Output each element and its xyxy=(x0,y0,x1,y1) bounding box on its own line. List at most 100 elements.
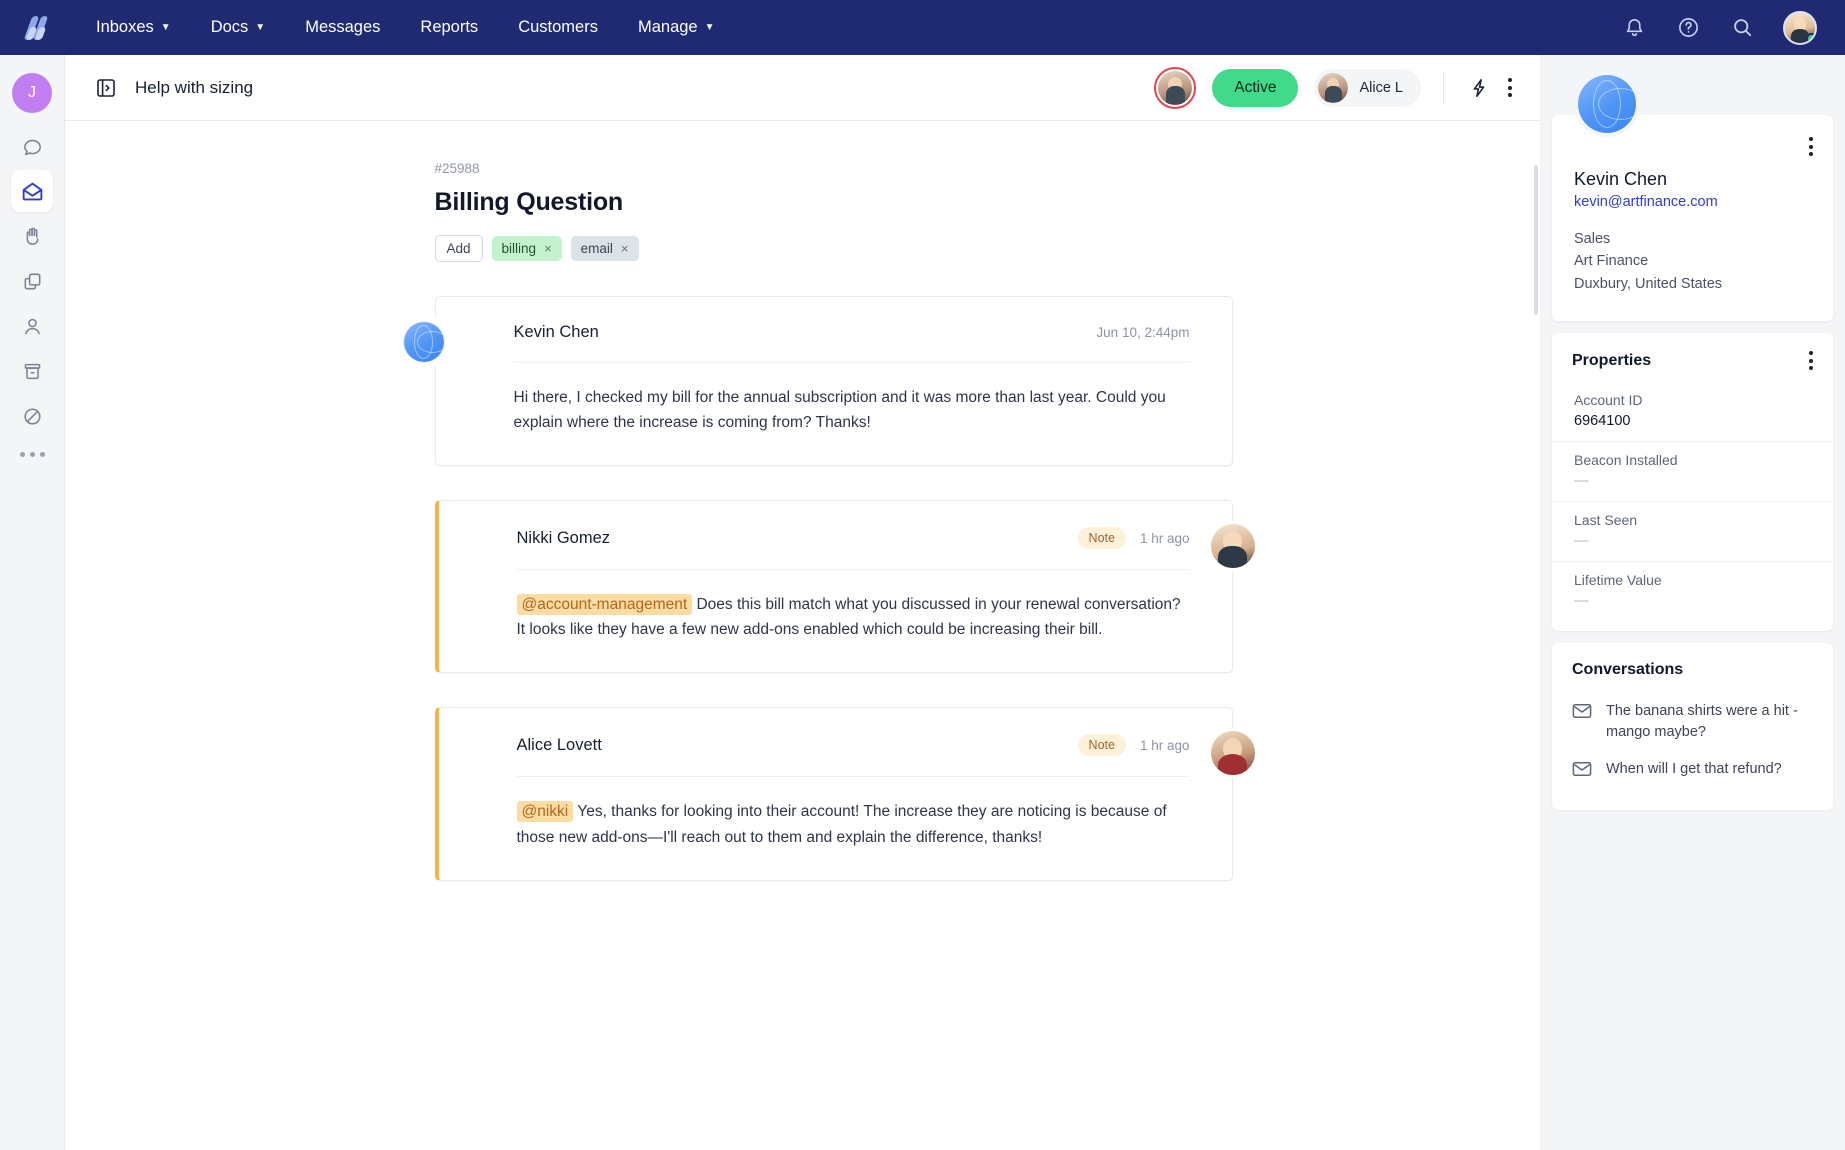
note-badge: Note xyxy=(1077,734,1126,757)
customer-company: Art Finance xyxy=(1574,253,1649,270)
conversation-header-actions: Active Alice L xyxy=(1154,66,1512,109)
sidebar-more-icon[interactable] xyxy=(19,452,45,457)
message-item: Kevin Chen Jun 10, 2:44pm Hi there, I ch… xyxy=(400,296,1233,467)
list-item[interactable]: When will I get that refund? xyxy=(1572,751,1813,790)
more-options-icon[interactable] xyxy=(1508,78,1512,97)
status-badge[interactable]: Active xyxy=(1212,68,1299,107)
message-header: Alice Lovett Note 1 hr ago xyxy=(516,734,1190,778)
customer-card: Kevin Chen kevin@artfinance.com Sales Ar… xyxy=(1552,71,1833,322)
sidebar-item-documents[interactable] xyxy=(11,260,53,302)
close-icon[interactable]: × xyxy=(621,241,629,256)
tag-email[interactable]: email × xyxy=(570,236,639,261)
property-row[interactable]: Beacon Installed — xyxy=(1552,442,1833,503)
conversations-title: Conversations xyxy=(1572,661,1684,679)
online-status-indicator xyxy=(1806,32,1815,43)
message-header: Nikki Gomez Note 1 hr ago xyxy=(516,527,1190,571)
mention-tag[interactable]: @account-management xyxy=(516,594,693,616)
message-meta: Note 1 hr ago xyxy=(1077,527,1190,550)
rail-user-avatar[interactable]: J xyxy=(12,73,52,113)
divider xyxy=(1443,70,1444,105)
properties-card: Properties Account ID 6964100 Beacon Ins… xyxy=(1552,333,1833,632)
sidebar-item-raised-hand[interactable] xyxy=(11,215,53,257)
page-title: Help with sizing xyxy=(135,77,254,97)
add-tag-button[interactable]: Add xyxy=(434,235,483,262)
nav-item-customers[interactable]: Customers xyxy=(498,0,618,55)
property-value: 6964100 xyxy=(1574,413,1631,430)
avatar[interactable] xyxy=(1574,71,1640,137)
customer-email[interactable]: kevin@artfinance.com xyxy=(1574,194,1811,210)
panel-toggle-icon[interactable] xyxy=(95,76,117,100)
conversations-header: Conversations xyxy=(1552,643,1833,691)
conversations-list: The banana shirts were a hit - mango may… xyxy=(1552,691,1833,809)
mention-tag[interactable]: @nikki xyxy=(516,801,574,823)
chevron-down-icon: ▼ xyxy=(255,22,266,33)
conversation-subject: The banana shirts were a hit - mango may… xyxy=(1606,703,1798,740)
helpscout-logo[interactable] xyxy=(23,13,54,43)
tag-billing[interactable]: billing × xyxy=(491,236,562,261)
property-label: Last Seen xyxy=(1574,512,1638,529)
message-body: @account-management Does this bill match… xyxy=(516,570,1190,642)
search-icon[interactable] xyxy=(1729,15,1755,41)
sidebar-item-archive[interactable] xyxy=(11,350,53,392)
nav-item-docs[interactable]: Docs ▼ xyxy=(191,0,286,55)
message-card[interactable]: Kevin Chen Jun 10, 2:44pm Hi there, I ch… xyxy=(400,296,1233,467)
message-author: Nikki Gomez xyxy=(516,528,611,547)
more-options-icon[interactable] xyxy=(1809,351,1813,371)
property-label: Account ID xyxy=(1574,392,1643,409)
lightning-bolt-icon[interactable] xyxy=(1466,75,1492,101)
nav-label: Messages xyxy=(305,18,381,36)
nav-item-messages[interactable]: Messages xyxy=(285,0,400,55)
avatar[interactable] xyxy=(1207,728,1258,779)
nav-item-inboxes[interactable]: Inboxes ▼ xyxy=(76,0,191,55)
nav-label: Manage xyxy=(637,18,698,36)
sidebar-item-person[interactable] xyxy=(11,305,53,347)
properties-title: Properties xyxy=(1572,351,1652,369)
conversations-card: Conversations The banana shirts were a h… xyxy=(1552,643,1833,810)
nav-item-manage[interactable]: Manage ▼ xyxy=(618,0,735,55)
message-card[interactable]: Alice Lovett Note 1 hr ago @nikki Yes, t… xyxy=(434,707,1258,881)
sidebar-item-blocked[interactable] xyxy=(11,395,53,437)
list-item[interactable]: The banana shirts were a hit - mango may… xyxy=(1572,693,1813,750)
nav-label: Inboxes xyxy=(96,18,154,36)
customer-avatar[interactable] xyxy=(1154,66,1197,109)
property-row[interactable]: Lifetime Value — xyxy=(1552,562,1833,621)
assignee-avatar xyxy=(1318,72,1349,103)
message-timestamp: 1 hr ago xyxy=(1139,737,1190,753)
avatar[interactable] xyxy=(400,319,447,365)
customer-photo xyxy=(1578,75,1636,133)
nav-item-reports[interactable]: Reports xyxy=(400,0,498,55)
customer-job-title: Sales xyxy=(1574,231,1611,247)
thread-content: #25988 Billing Question Add billing × em… xyxy=(373,161,1258,881)
customer-name: Kevin Chen xyxy=(1574,169,1668,189)
customer-sidebar: Kevin Chen kevin@artfinance.com Sales Ar… xyxy=(1540,55,1845,1150)
chevron-down-icon: ▼ xyxy=(704,22,715,33)
nav-actions xyxy=(1621,10,1825,45)
top-navigation-bar: Inboxes ▼ Docs ▼ Messages Reports Custom… xyxy=(0,0,1845,55)
message-author: Alice Lovett xyxy=(516,735,602,754)
customer-location: Duxbury, United States xyxy=(1574,275,1723,292)
message-text: Yes, thanks for looking into their accou… xyxy=(516,803,1167,846)
property-row[interactable]: Last Seen — xyxy=(1552,502,1833,563)
sidebar-item-inbox[interactable] xyxy=(11,170,53,212)
sidebar-item-chat[interactable] xyxy=(11,125,53,167)
tag-label: billing xyxy=(501,241,537,256)
message-timestamp: Jun 10, 2:44pm xyxy=(1096,325,1190,340)
left-nav-rail: J xyxy=(0,55,65,1150)
avatar[interactable] xyxy=(1207,521,1258,572)
conversation-number: #25988 xyxy=(434,161,480,176)
more-options-icon[interactable] xyxy=(1809,137,1813,156)
tag-label: email xyxy=(580,241,613,256)
chevron-down-icon: ▼ xyxy=(160,22,171,33)
avatar[interactable] xyxy=(1783,10,1817,45)
scrollbar[interactable] xyxy=(1534,165,1538,315)
property-row[interactable]: Account ID 6964100 xyxy=(1552,382,1833,443)
bell-icon[interactable] xyxy=(1621,15,1647,41)
app-root: Inboxes ▼ Docs ▼ Messages Reports Custom… xyxy=(0,0,1845,1150)
close-icon[interactable]: × xyxy=(544,241,552,256)
conversation-header: Help with sizing Active Alice L xyxy=(65,55,1540,121)
message-header: Kevin Chen Jun 10, 2:44pm xyxy=(513,323,1190,363)
assignee-selector[interactable]: Alice L xyxy=(1314,68,1421,107)
message-card[interactable]: Nikki Gomez Note 1 hr ago @account-manag… xyxy=(434,500,1258,674)
nav-label: Docs xyxy=(210,18,249,36)
help-circle-icon[interactable] xyxy=(1675,15,1701,41)
